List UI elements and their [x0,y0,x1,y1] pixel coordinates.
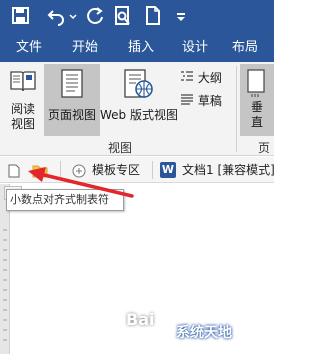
ribbon-view-panel: 阅读 视图 页面视图 Web 版式视图 大纲 草稿 视图 垂 直 页面 [0,62,274,172]
tab-design[interactable]: 设计 [172,34,218,62]
quick-access-toolbar [0,0,274,34]
vertical-button[interactable]: 垂 直 [240,64,274,136]
customize-dropdown-icon[interactable] [174,5,188,27]
tab-insert[interactable]: 插入 [118,34,164,62]
tab-home[interactable]: 开始 [62,34,108,62]
redo-icon[interactable] [84,5,106,27]
tab-layout[interactable]: 布局 [222,34,268,62]
draft-label: 草稿 [197,94,222,108]
read-mode-button[interactable]: 阅读 视图 [4,66,42,138]
vertical-label: 垂 直 [250,100,263,129]
vertical-icon [247,69,265,97]
annotation-arrow [28,167,134,198]
tab-file[interactable]: 文件 [6,34,52,62]
draft-button[interactable]: 草稿 [180,93,230,111]
read-mode-icon [10,71,36,92]
draft-icon [181,94,193,105]
web-layout-icon [124,69,153,98]
undo-icon[interactable] [46,5,68,27]
read-mode-label: 阅读 视图 [10,102,35,131]
outline-icon [181,71,193,81]
outline-label: 大纲 [197,71,222,85]
views-group-label: 视图 [108,141,133,155]
print-layout-button[interactable]: 页面视图 [44,64,100,136]
undo-dropdown-icon[interactable] [68,5,78,27]
new-document-icon[interactable] [142,5,164,27]
web-layout-label: Web 版式视图 [100,108,178,122]
ribbon-tabs: 文件 开始 插入 设计 布局 [0,34,274,62]
print-layout-icon [61,69,83,98]
site-watermark: 系统天地 [176,325,232,341]
print-preview-icon[interactable] [112,5,134,27]
group-separator [236,66,237,152]
baidu-watermark: Bai [126,310,155,329]
web-layout-button[interactable]: Web 版式视图 [100,64,178,136]
print-layout-label: 页面视图 [47,108,96,122]
save-icon[interactable] [10,5,32,27]
outline-button[interactable]: 大纲 [180,70,230,88]
